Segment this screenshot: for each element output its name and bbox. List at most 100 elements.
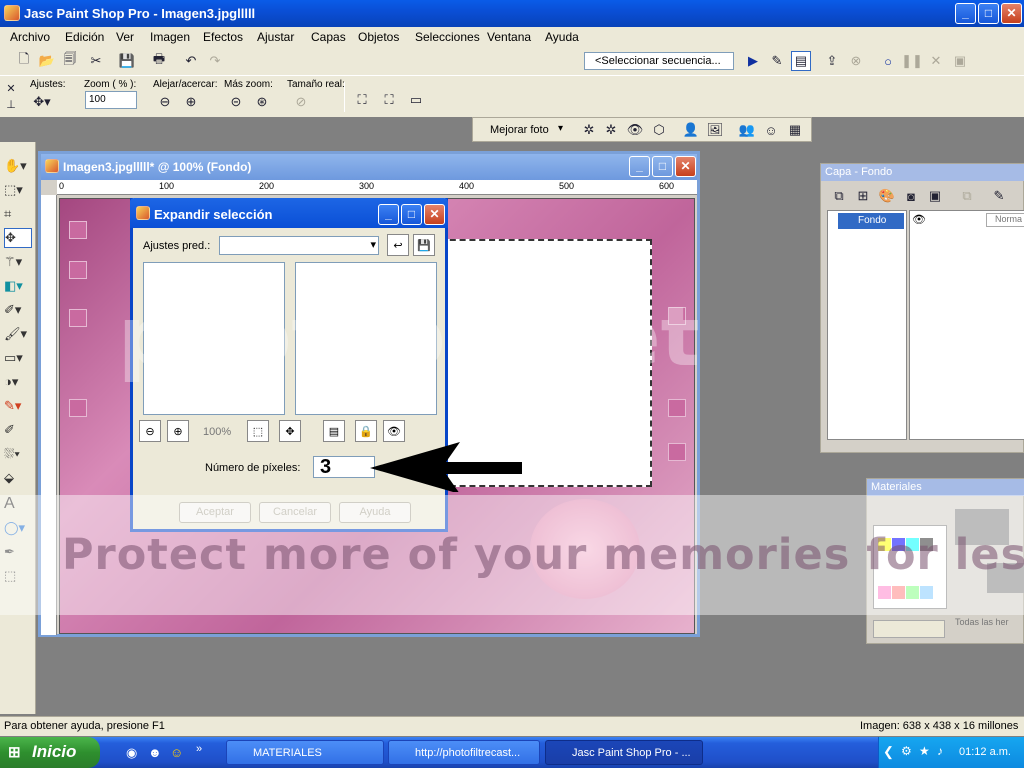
dropper-tool-icon[interactable]: ✐▾ <box>4 300 32 320</box>
preview-region-icon[interactable]: ⬚ <box>247 420 269 442</box>
new-adjust-layer-icon[interactable]: 🎨 <box>877 186 897 206</box>
dialog-minimize-button[interactable]: _ <box>378 204 399 225</box>
clone-tool-icon[interactable]: ▭▾ <box>4 348 32 368</box>
retouch-tool-icon[interactable]: ✐ <box>4 420 32 440</box>
browse-icon[interactable]: 🗐 <box>60 51 80 71</box>
dialog-zoom-out-icon[interactable]: ⊖ <box>139 420 161 442</box>
swatch-blue[interactable] <box>892 538 905 551</box>
fill-tool-icon[interactable]: ⛆▾ <box>4 444 32 464</box>
fullscreen-icon[interactable]: ▭ <box>406 90 426 110</box>
landscape-icon[interactable]: 🖼 <box>705 120 725 140</box>
menu-ventana[interactable]: Ventana <box>487 30 531 44</box>
restore-button[interactable]: □ <box>978 3 999 24</box>
image-minimize-button[interactable]: _ <box>629 156 650 177</box>
text-tool-icon[interactable]: A <box>4 494 32 514</box>
pen-tool-icon[interactable]: ✒ <box>4 542 32 562</box>
fit-window-icon[interactable]: ⛶ <box>352 90 372 110</box>
swatch-green[interactable] <box>906 586 919 599</box>
red-eye-icon[interactable]: 👁 <box>625 120 645 140</box>
undo-icon[interactable]: ↶ <box>181 51 201 71</box>
shape-tool-icon[interactable]: ◯▾ <box>4 518 32 538</box>
swatch-pink[interactable] <box>878 586 891 599</box>
quicklaunch-browser-icon[interactable]: ◉ <box>126 745 137 761</box>
print-icon[interactable]: 🖶 <box>149 51 169 71</box>
close-button[interactable]: ✕ <box>1001 3 1022 24</box>
actual-size-icon[interactable]: ⊘ <box>291 92 311 112</box>
pan-tool-icon[interactable]: ✋▾ <box>4 156 32 176</box>
cancel-button[interactable]: Cancelar <box>259 502 331 523</box>
move-preset-icon[interactable]: ✥▾ <box>32 92 52 112</box>
edit-script-icon[interactable]: ✎ <box>767 51 787 71</box>
reset-preset-icon[interactable]: ↩ <box>387 234 409 256</box>
image-maximize-button[interactable]: □ <box>652 156 673 177</box>
mejorar-foto-button[interactable]: Mejorar foto <box>490 124 549 136</box>
image-window-icon[interactable] <box>45 159 59 173</box>
move-tool-icon[interactable]: ✥ <box>4 228 32 248</box>
mejorar-foto-dropdown-icon[interactable]: ▾ <box>558 123 563 134</box>
run-script-icon[interactable]: ▶ <box>743 51 763 71</box>
script-sequence-select[interactable]: <Seleccionar secuencia... <box>584 52 734 70</box>
group-icon[interactable]: 👥 <box>737 120 757 140</box>
zoom-in-icon[interactable]: ⊕ <box>181 92 201 112</box>
zoom-out-icon[interactable]: ⊖ <box>155 92 175 112</box>
all-layers-checkbox[interactable]: Todas las her <box>955 617 1009 627</box>
picture-tube-icon[interactable]: ⬙ <box>4 468 32 488</box>
load-script-icon[interactable]: ⇪ <box>822 51 842 71</box>
swatch-red[interactable] <box>892 586 905 599</box>
group-layer-icon[interactable]: ▣ <box>925 186 945 206</box>
proof-icon[interactable]: ▤ <box>323 420 345 442</box>
save-icon[interactable]: 💾 <box>117 51 137 71</box>
pan-preview-icon[interactable]: ✥ <box>279 420 301 442</box>
portrait-icon[interactable]: 👤 <box>681 120 701 140</box>
save-preset-icon[interactable]: 💾 <box>413 234 435 256</box>
new-vector-layer-icon[interactable]: ⊞ <box>853 186 873 206</box>
photo-fix-icon[interactable]: ✲ <box>579 120 599 140</box>
blend-mode-select[interactable]: Norma <box>986 213 1024 227</box>
dialog-close-button[interactable]: ✕ <box>424 204 445 225</box>
tray-expand-icon[interactable]: ❮ <box>883 744 894 760</box>
frame-icon[interactable]: ▦ <box>785 120 805 140</box>
menu-archivo[interactable]: Archivo <box>10 30 50 44</box>
swatch-cyan[interactable] <box>906 538 919 551</box>
save-script-icon[interactable]: ▣ <box>950 51 970 71</box>
cube-icon[interactable]: ⬡ <box>649 120 669 140</box>
ok-button[interactable]: Aceptar <box>179 502 251 523</box>
auto-color-icon[interactable]: ✲ <box>601 120 621 140</box>
background-color[interactable] <box>987 563 1024 593</box>
menu-ver[interactable]: Ver <box>116 30 134 44</box>
cancel-script-icon[interactable]: ✕ <box>926 51 946 71</box>
duplicate-layer-icon[interactable]: ⧉ <box>957 186 977 206</box>
record-icon[interactable]: ○ <box>878 51 898 71</box>
presets-select[interactable]: ▾ <box>219 236 379 255</box>
object-selector-icon[interactable]: ⬚ <box>4 566 32 586</box>
menu-selecciones[interactable]: Selecciones <box>415 30 480 44</box>
dialog-zoom-in-icon[interactable]: ⊕ <box>167 420 189 442</box>
swatch-yellow[interactable] <box>878 538 891 551</box>
pause-icon[interactable]: ❚❚ <box>901 51 923 71</box>
lighten-tool-icon[interactable]: ◑▾ <box>4 372 32 392</box>
menu-edicion[interactable]: Edición <box>65 30 104 44</box>
quicklaunch-messenger-icon[interactable]: ☻ <box>148 745 162 760</box>
magic-wand-icon[interactable]: ⚚▾ <box>4 252 32 272</box>
start-button[interactable]: ⊞ Inicio <box>0 737 100 768</box>
open-file-icon[interactable]: 📂 <box>37 51 57 71</box>
eraser-tool-icon[interactable]: ✎▾ <box>4 396 32 416</box>
face-icon[interactable]: ☺ <box>761 120 781 140</box>
redo-icon[interactable]: ↷ <box>205 51 225 71</box>
app-icon[interactable] <box>4 5 20 21</box>
layer-properties-icon[interactable]: ✎ <box>989 186 1009 206</box>
image-close-button[interactable]: ✕ <box>675 156 696 177</box>
menu-efectos[interactable]: Efectos <box>203 30 243 44</box>
selection-tool-icon[interactable]: ⬚▾ <box>4 180 32 200</box>
swatch-black[interactable] <box>920 538 933 551</box>
tray-star-icon[interactable]: ★ <box>919 744 930 758</box>
minimize-button[interactable]: _ <box>955 3 976 24</box>
menu-ayuda[interactable]: Ayuda <box>545 30 579 44</box>
auto-proof-icon[interactable]: 🔒 <box>355 420 377 442</box>
stop-script-icon[interactable]: ⊗ <box>846 51 866 71</box>
pixels-input[interactable]: 3 <box>313 456 375 478</box>
taskbar-item-browser[interactable]: http://photofiltrecast... <box>388 740 540 765</box>
layer-item-fondo[interactable]: Fondo <box>838 213 904 229</box>
color-swatches[interactable] <box>873 525 947 609</box>
taskbar-item-materiales[interactable]: MATERIALES <box>226 740 384 765</box>
